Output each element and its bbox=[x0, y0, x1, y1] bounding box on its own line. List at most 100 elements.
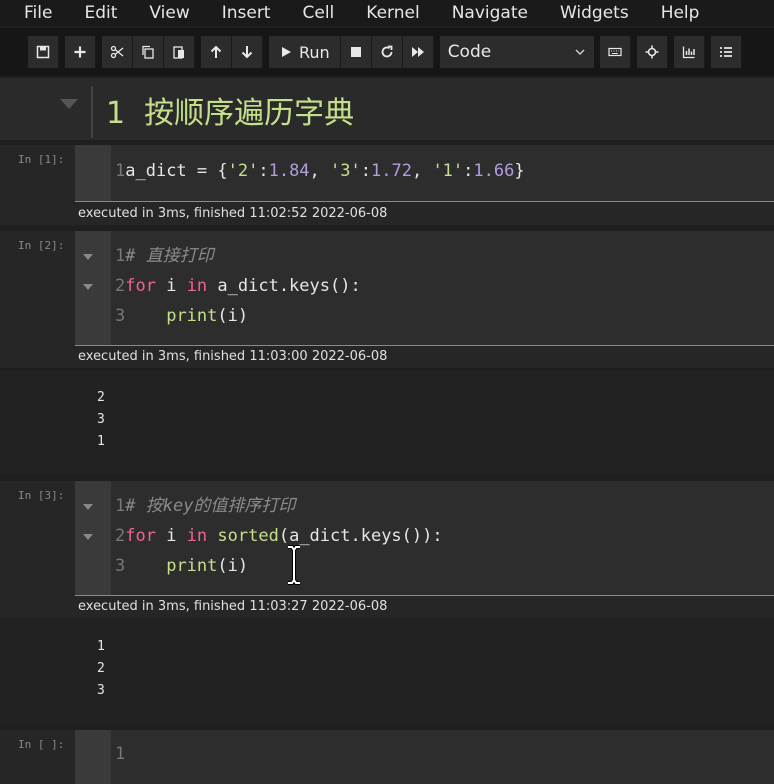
token: (a_dict.keys()): bbox=[278, 526, 443, 546]
code-line: 2for i in a_dict.keys(): bbox=[115, 274, 361, 298]
line-number: 2 bbox=[115, 526, 126, 546]
token: in bbox=[186, 276, 208, 296]
code-line: 3 print(i) bbox=[115, 554, 248, 578]
heading-text: 按顺序遍历字典 bbox=[144, 96, 355, 131]
fold-arrow-icon[interactable] bbox=[83, 534, 93, 540]
divider bbox=[75, 595, 774, 596]
markdown-heading-cell[interactable]: 1 按顺序遍历字典 bbox=[0, 78, 774, 140]
line-number: 1 bbox=[115, 161, 126, 181]
divider bbox=[75, 345, 774, 346]
heading-title: 1 按顺序遍历字典 bbox=[106, 88, 354, 132]
code-line: 1# 直接打印 bbox=[115, 244, 214, 268]
code-line: 1 bbox=[115, 742, 125, 766]
token: for bbox=[125, 526, 156, 546]
save-button[interactable] bbox=[28, 36, 59, 68]
menu-insert[interactable]: Insert bbox=[222, 4, 271, 22]
token: in bbox=[186, 526, 208, 546]
code-cell-3[interactable]: In [3]: 1# 按key的值排序打印 2for i in sorted(a… bbox=[0, 481, 774, 618]
interrupt-button[interactable] bbox=[340, 36, 372, 68]
copy-button[interactable] bbox=[133, 36, 164, 68]
keyboard-icon bbox=[608, 47, 622, 57]
token: print bbox=[166, 306, 218, 326]
token: 1.66 bbox=[473, 161, 515, 181]
paste-icon bbox=[173, 46, 184, 59]
cell-type-select[interactable]: Code bbox=[439, 36, 594, 68]
move-up-button[interactable] bbox=[201, 36, 232, 68]
gutter bbox=[75, 730, 111, 784]
crosshair-icon bbox=[645, 45, 659, 59]
code-cell-4[interactable]: In [ ]: 1 bbox=[0, 730, 774, 784]
token: a_dict bbox=[125, 161, 187, 181]
chart-icon bbox=[682, 46, 695, 59]
menu-bar: File Edit View Insert Cell Kernel Naviga… bbox=[0, 0, 774, 26]
cell-prompt: In [2]: bbox=[18, 239, 65, 252]
fold-arrow-icon[interactable] bbox=[83, 254, 93, 260]
toolbar: Run Code bbox=[0, 28, 774, 76]
output-area-2: 2 3 1 bbox=[0, 370, 774, 474]
menu-file[interactable]: File bbox=[24, 4, 52, 22]
token: 1.84 bbox=[268, 161, 310, 181]
toc-button[interactable] bbox=[636, 36, 668, 68]
heading-bar bbox=[91, 86, 93, 138]
token: '2' bbox=[227, 161, 259, 181]
output-line: 1 bbox=[97, 639, 105, 654]
token: # 直接打印 bbox=[125, 246, 214, 266]
run-all-button[interactable] bbox=[402, 36, 434, 68]
gutter bbox=[75, 481, 111, 595]
insert-cell-button[interactable] bbox=[65, 36, 96, 68]
line-number: 1 bbox=[115, 496, 126, 516]
code-line: 2for i in sorted(a_dict.keys()): bbox=[115, 524, 443, 548]
run-label: Run bbox=[299, 42, 330, 62]
token: for bbox=[125, 276, 156, 296]
text-cursor-icon bbox=[288, 545, 300, 585]
token: 1.72 bbox=[371, 161, 412, 181]
menu-view[interactable]: View bbox=[149, 4, 189, 22]
code-line: 1a_dict = {'2':1.84, '3':1.72, '1':1.66} bbox=[115, 161, 525, 181]
line-number: 3 bbox=[115, 556, 126, 576]
code-editor[interactable]: 1a_dict = {'2':1.84, '3':1.72, '1':1.66} bbox=[75, 145, 774, 201]
collapse-heading-icon[interactable] bbox=[60, 99, 78, 109]
divider bbox=[75, 201, 774, 202]
code-editor[interactable]: 1# 按key的值排序打印 2for i in sorted(a_dict.ke… bbox=[75, 481, 774, 595]
token: i bbox=[155, 276, 187, 296]
code-cell-1[interactable]: In [1]: 1a_dict = {'2':1.84, '3':1.72, '… bbox=[0, 145, 774, 225]
fold-arrow-icon[interactable] bbox=[83, 504, 93, 510]
heading-number: 1 bbox=[106, 96, 126, 131]
cut-button[interactable] bbox=[102, 36, 133, 68]
execution-info: executed in 3ms, finished 11:03:00 2022-… bbox=[78, 349, 388, 364]
copy-icon bbox=[142, 45, 154, 59]
menu-kernel[interactable]: Kernel bbox=[366, 4, 419, 22]
code-cell-2[interactable]: In [2]: 1# 直接打印 2for i in a_dict.keys():… bbox=[0, 231, 774, 368]
move-down-button[interactable] bbox=[232, 36, 263, 68]
gutter bbox=[75, 145, 111, 201]
code-editor[interactable]: 1# 直接打印 2for i in a_dict.keys(): 3 print… bbox=[75, 231, 774, 345]
chart-button[interactable] bbox=[673, 36, 705, 68]
output-line: 1 bbox=[97, 434, 105, 449]
menu-edit[interactable]: Edit bbox=[84, 4, 117, 22]
code-line: 3 print(i) bbox=[115, 304, 248, 328]
token: (i) bbox=[217, 556, 249, 576]
menu-cell[interactable]: Cell bbox=[302, 4, 334, 22]
token: a_dict.keys(): bbox=[207, 276, 361, 296]
token: } bbox=[514, 161, 525, 181]
code-editor[interactable]: 1 bbox=[75, 730, 774, 784]
run-button[interactable]: Run bbox=[269, 36, 341, 68]
menu-help[interactable]: Help bbox=[661, 4, 700, 22]
token: '1' bbox=[432, 161, 464, 181]
output-line: 3 bbox=[97, 683, 105, 698]
menu-navigate[interactable]: Navigate bbox=[452, 4, 528, 22]
token: # 按key的值排序打印 bbox=[125, 496, 296, 516]
menu-widgets[interactable]: Widgets bbox=[560, 4, 629, 22]
execution-info: executed in 3ms, finished 11:03:27 2022-… bbox=[78, 599, 388, 614]
output-line: 3 bbox=[97, 412, 105, 427]
token: sorted bbox=[217, 526, 279, 546]
restart-button[interactable] bbox=[371, 36, 403, 68]
list-button[interactable] bbox=[710, 36, 742, 68]
command-palette-button[interactable] bbox=[599, 36, 631, 68]
paste-button[interactable] bbox=[164, 36, 195, 68]
restart-icon bbox=[381, 45, 393, 58]
save-icon bbox=[36, 45, 50, 59]
token: (i) bbox=[217, 306, 249, 326]
cell-prompt: In [3]: bbox=[18, 489, 65, 502]
fold-arrow-icon[interactable] bbox=[83, 284, 93, 290]
